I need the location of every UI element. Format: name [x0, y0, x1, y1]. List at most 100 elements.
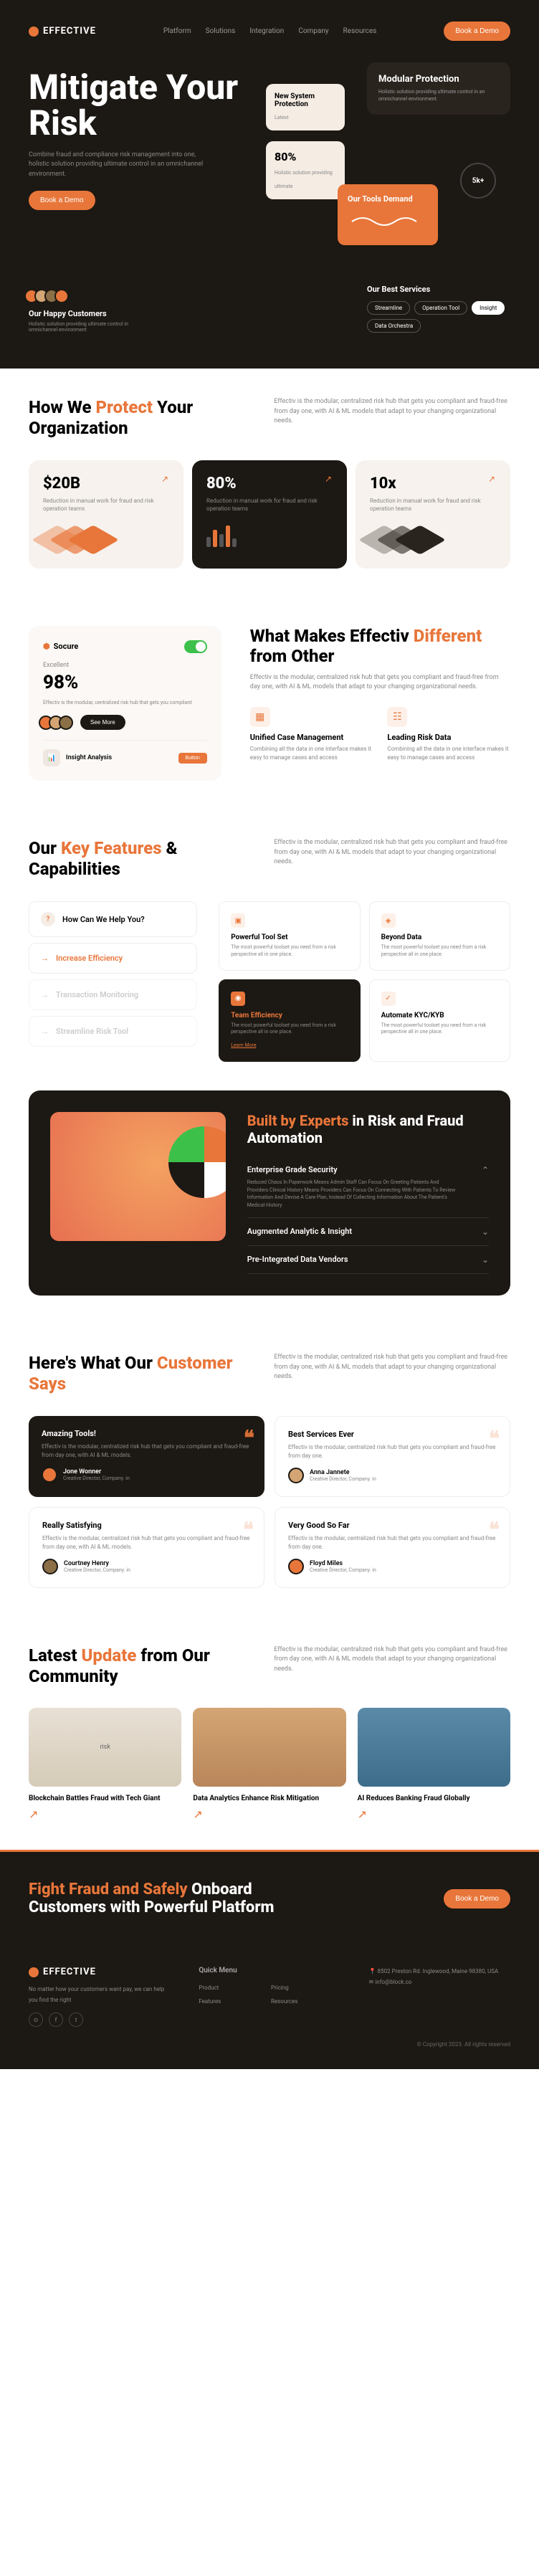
- testimonials-section: Here's What Our Customer Says Effectiv i…: [0, 1324, 539, 1617]
- footer-link[interactable]: Pricing: [271, 1983, 340, 1993]
- avatar: [288, 1559, 304, 1574]
- arrow-icon: ↗: [29, 1807, 181, 1821]
- testimonial-card: ❝Best Services EverEffectiv is the modul…: [275, 1416, 510, 1497]
- footer-address: 📍 8502 Preston Rd. Inglewood, Maine 9838…: [369, 1967, 510, 1977]
- avatar: [42, 1559, 58, 1574]
- chevron-down-icon: ⌄: [482, 1227, 489, 1237]
- chevron-down-icon: ⌄: [482, 1255, 489, 1265]
- cta-section: Fight Fraud and Safely Onboard Customers…: [0, 1850, 539, 1945]
- accordion-item[interactable]: Pre-Integrated Data Vendors⌄: [247, 1246, 489, 1274]
- nav-link[interactable]: Solutions: [206, 27, 236, 35]
- arrow-icon: ↗: [323, 473, 334, 485]
- nav: EFFECTIVE Platform Solutions Integration…: [29, 22, 510, 41]
- diff-feature: ☷ Leading Risk Data Combining all the da…: [387, 707, 510, 776]
- instagram-icon[interactable]: ⊙: [29, 2012, 43, 2027]
- nav-link[interactable]: Resources: [343, 27, 377, 35]
- stat-desc: Reduction in manual work for fraud and r…: [370, 497, 496, 513]
- tool-icon: ▣: [231, 913, 245, 928]
- blog-card[interactable]: riskBlockchain Battles Fraud with Tech G…: [29, 1708, 181, 1821]
- nsp-title: New System Protection: [275, 92, 336, 108]
- eighty-val: 80%: [275, 150, 336, 163]
- learn-more-link[interactable]: Learn More: [231, 1042, 256, 1048]
- hero-cta-button[interactable]: Book a Demo: [29, 191, 95, 210]
- protect-title: How We Protect Your Organization: [29, 397, 245, 439]
- arrow-icon: ↗: [486, 473, 497, 485]
- stat-card: ↗ 10x Reduction in manual work for fraud…: [356, 460, 510, 569]
- modular-title: Modular Protection: [378, 74, 499, 85]
- logo[interactable]: EFFECTIVE: [29, 26, 96, 37]
- avatar-group: [29, 289, 136, 303]
- hero-desc: Combine fraud and compliance risk manage…: [29, 151, 215, 180]
- socure-brand: ⬢Socure: [43, 642, 78, 651]
- hero-section: EFFECTIVE Platform Solutions Integration…: [0, 0, 539, 369]
- nav-link[interactable]: Platform: [163, 27, 191, 35]
- insight-icon: 📊: [43, 749, 60, 766]
- nav-link[interactable]: Integration: [249, 27, 284, 35]
- modular-desc: Holistic solution providing ultimate con…: [378, 89, 499, 103]
- stat-val: 10x: [370, 475, 496, 493]
- footer-logo[interactable]: EFFECTIVE: [29, 1967, 170, 1977]
- footer: EFFECTIVE No matter how your customers w…: [0, 1945, 539, 2069]
- quote-icon: ❝: [489, 1427, 500, 1450]
- service-pill[interactable]: Operation Tool: [414, 301, 467, 315]
- blog-card[interactable]: AI Reduces Banking Fraud Globally↗: [358, 1708, 510, 1821]
- twitter-icon[interactable]: t: [69, 2012, 83, 2027]
- toggle[interactable]: [184, 640, 207, 653]
- logo-text: EFFECTIVE: [43, 26, 96, 37]
- facebook-icon[interactable]: f: [49, 2012, 63, 2027]
- kf-list-item-active[interactable]: →Increase Efficiency: [29, 943, 197, 974]
- badge-5k: 5k+: [460, 163, 496, 199]
- stat-desc: Reduction in manual work for fraud and r…: [43, 497, 169, 513]
- footer-link[interactable]: Features: [199, 1997, 268, 2007]
- protect-section: How We Protect Your Organization Effecti…: [0, 369, 539, 597]
- service-pill[interactable]: Streamline: [367, 301, 410, 315]
- experts-section: Built by Experts in Risk and Fraud Autom…: [29, 1090, 510, 1296]
- service-pill[interactable]: Data Orchestra: [367, 319, 421, 333]
- footer-tag: No matter how your customers want pay, w…: [29, 1985, 170, 2005]
- accordion-item[interactable]: Augmented Analytic & Insight⌄: [247, 1218, 489, 1246]
- arrow-icon: ↗: [193, 1807, 345, 1821]
- copyright: © Copyright 2023. All rights reserved: [29, 2041, 510, 2048]
- see-more-button[interactable]: See More: [80, 715, 125, 730]
- cta-title: Fight Fraud and Safely Onboard Customers…: [29, 1881, 330, 1916]
- blog-card[interactable]: Data Analytics Enhance Risk Mitigation↗: [193, 1708, 345, 1821]
- blog-image: [193, 1708, 345, 1787]
- blog-section: Latest Update from Our Community Effecti…: [0, 1617, 539, 1850]
- services-title: Our Best Services: [367, 285, 510, 294]
- kyc-icon: ✓: [381, 992, 396, 1006]
- logo-icon: [29, 1967, 39, 1977]
- kf-list-item[interactable]: ?How Can We Help You?: [29, 901, 197, 937]
- eighty-card: 80% Holistic solution providing ultimate: [266, 141, 345, 199]
- insight-button[interactable]: Button: [178, 753, 207, 764]
- accordion-item[interactable]: Enterprise Grade SecurityReduced Chaos I…: [247, 1156, 489, 1218]
- menu-title: Quick Menu: [199, 1967, 340, 1974]
- chevron-up-icon: ⌃: [482, 1165, 489, 1175]
- arrow-icon: ↗: [358, 1807, 510, 1821]
- service-pill-active[interactable]: Insight: [472, 301, 505, 315]
- kf-list-item[interactable]: →Transaction Monitoring: [29, 979, 197, 1010]
- footer-link[interactable]: Resources: [271, 1997, 340, 2007]
- cta-button[interactable]: Book a Demo: [444, 1889, 510, 1909]
- eighty-sub: Holistic solution providing ultimate: [275, 170, 333, 189]
- nav-cta-button[interactable]: Book a Demo: [444, 22, 510, 41]
- quote-icon: ❝: [244, 1426, 254, 1450]
- data-icon: ◈: [381, 913, 396, 928]
- quote-icon: ❝: [243, 1518, 254, 1541]
- nav-link[interactable]: Company: [298, 27, 328, 35]
- socure-desc: Effectiv is the modular, centralized ris…: [43, 699, 207, 707]
- avatar: [54, 289, 69, 303]
- testimonial-card: ❝Amazing Tools!Effectiv is the modular, …: [29, 1416, 264, 1497]
- footer-link[interactable]: Product: [199, 1983, 268, 1993]
- testimonial-card: ❝Very Good So FarEffectiv is the modular…: [275, 1507, 510, 1588]
- insight-label: Insight Analysis: [66, 754, 173, 761]
- kf-list-item[interactable]: →Streamline Risk Tool: [29, 1016, 197, 1047]
- stat-card-dark: ↗ 80% Reduction in manual work for fraud…: [192, 460, 347, 569]
- logo-icon: [29, 27, 39, 37]
- quote-icon: ❝: [489, 1518, 500, 1541]
- experts-title: Built by Experts in Risk and Fraud Autom…: [247, 1112, 489, 1146]
- team-icon: ◉: [231, 992, 245, 1006]
- nsp-sub: Latest: [275, 115, 288, 120]
- diff-feature: ▦ Unified Case Management Combining all …: [250, 707, 373, 776]
- question-icon: ?: [41, 912, 55, 926]
- arrow-icon: ↗: [159, 473, 171, 485]
